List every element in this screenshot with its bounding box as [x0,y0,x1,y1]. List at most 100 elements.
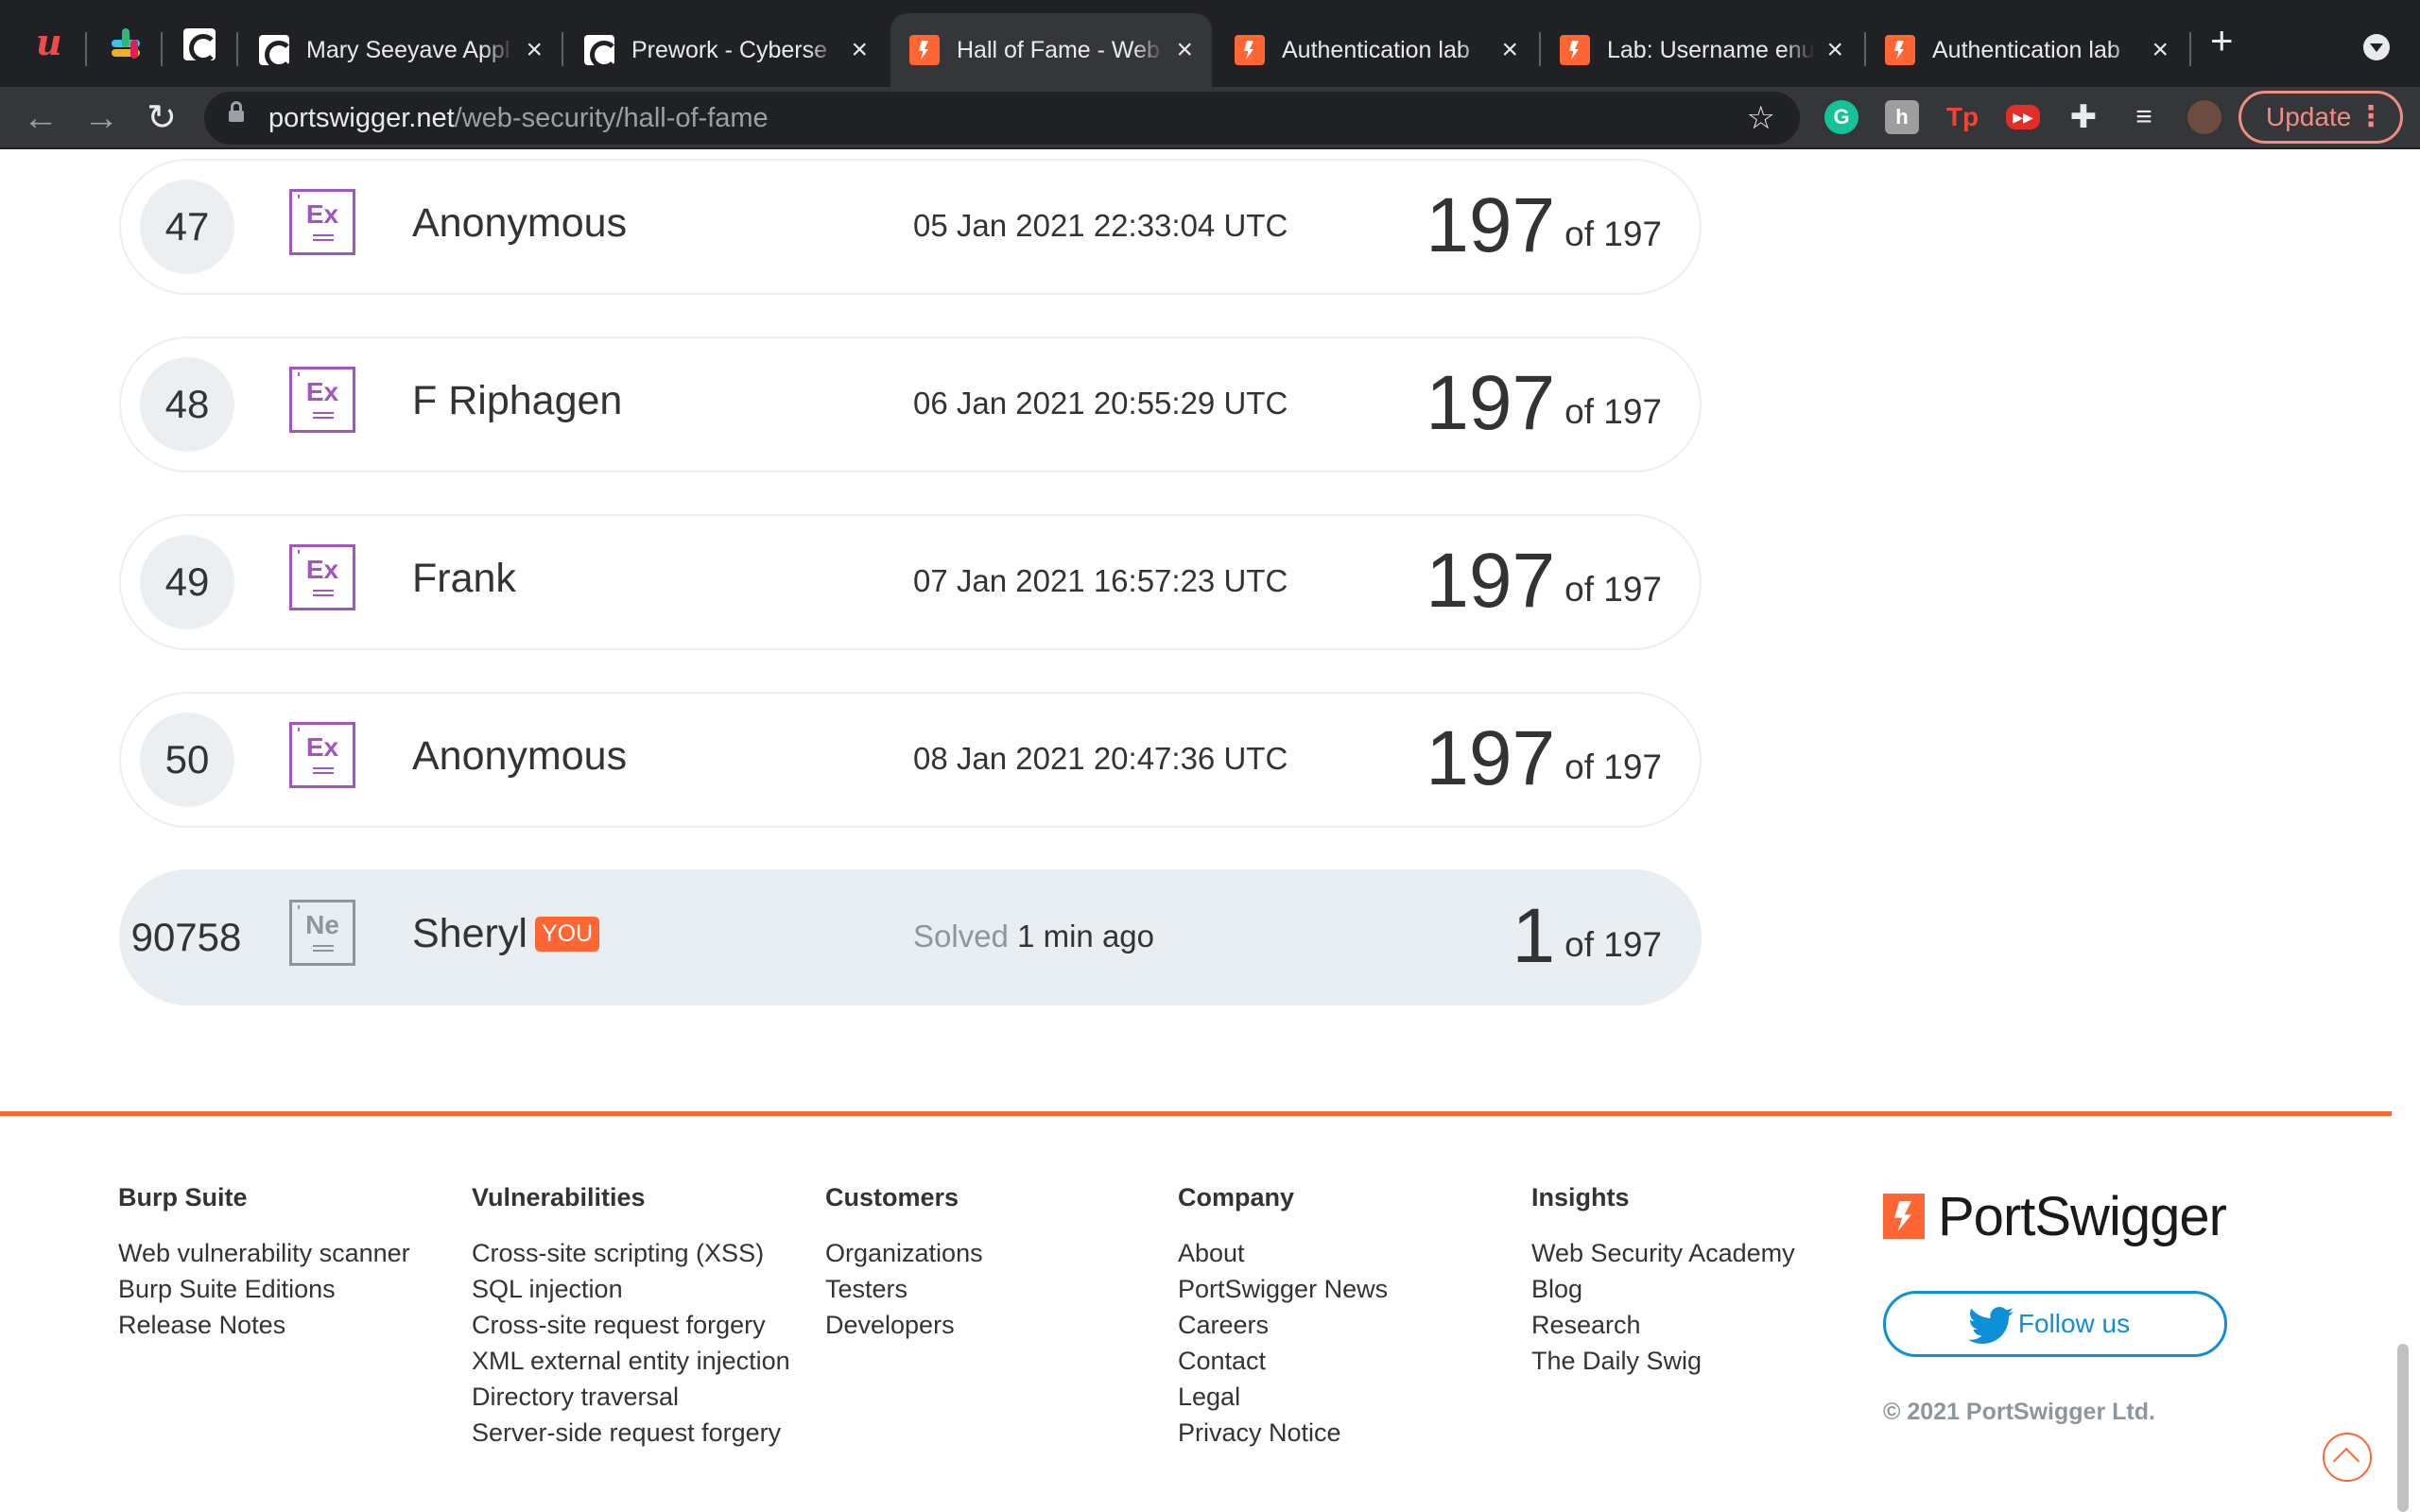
footer-heading: Insights [1531,1183,1630,1211]
footer-column-customers: Customers Organizations Testers Develope… [825,1183,983,1343]
tab-title: Lab: Username enu [1607,36,1815,63]
logo-text: PortSwigger [1938,1185,2227,1247]
tab-separator [2189,32,2191,66]
forward-arrow-icon[interactable]: → [78,94,125,142]
tab-separator [85,32,87,66]
pinned-tab-slack-icon[interactable] [110,28,142,60]
tab-close-icon[interactable]: × [526,36,543,64]
tab-close-icon[interactable]: × [1176,36,1193,64]
score: 197 of 197 [1426,715,1662,801]
update-button[interactable]: Update ⋮ [2238,91,2403,144]
rank-number: 49 [140,535,234,629]
expert-badge-icon: ' Ex [289,722,355,788]
menu-dots-icon: ⋮ [2357,101,2385,132]
you-badge: YOU [534,917,600,952]
leaderboard-row: 47 ' Ex Anonymous 05 Jan 2021 22:33:04 UT… [119,159,1702,295]
tp-icon[interactable]: Tp [1945,100,1979,134]
footer-heading: Burp Suite [118,1183,248,1211]
update-label: Update [2266,102,2352,131]
reload-icon[interactable]: ↻ [138,94,185,142]
scroll-to-top-icon[interactable] [2323,1433,2372,1482]
leaderboard-row: 49 ' Ex Frank 07 Jan 2021 16:57:23 UTC 19… [119,514,1702,650]
user-name: F Riphagen [412,378,623,423]
pinned-tab-codepath-icon[interactable] [183,28,217,62]
address-bar[interactable]: portswigger.net/web-security/hall-of-fam… [204,92,1800,145]
tab-search-icon[interactable] [2363,34,2390,60]
score: 197 of 197 [1426,360,1662,446]
rank-number: 48 [140,357,234,452]
puzzle-icon[interactable]: ✚ [2066,100,2100,134]
user-name: Anonymous [412,733,628,779]
portswigger-logo[interactable]: PortSwigger [1883,1183,2227,1249]
footer-link[interactable]: Directory traversal [472,1379,790,1415]
follow-us-label: Follow us [2017,1309,2131,1338]
footer-link[interactable]: XML external entity injection [472,1343,790,1379]
footer-link[interactable]: Web Security Academy [1531,1235,1795,1271]
lock-icon[interactable] [229,101,244,126]
url-text: portswigger.net/web-security/hall-of-fam… [268,103,769,133]
footer-link[interactable]: Cross-site request forgery [472,1307,790,1343]
newbie-badge-icon: ' Ne [289,900,355,966]
footer-link[interactable]: Server-side request forgery [472,1415,790,1451]
avatar[interactable] [2187,100,2221,134]
footer-link[interactable]: Testers [825,1271,983,1307]
tab-authentication-lab[interactable]: Authentication lab × [1216,13,1537,87]
tab-separator [236,32,238,66]
footer-divider [0,1111,2392,1116]
tab-close-icon[interactable]: × [1501,36,1518,64]
portswigger-icon [1235,35,1265,65]
bookmark-star-icon[interactable]: ☆ [1747,99,1775,137]
footer-link[interactable]: PortSwigger News [1178,1271,1388,1307]
tab-close-icon[interactable]: × [1826,36,1843,64]
user-name: Anonymous [412,200,628,246]
completion-date: 05 Jan 2021 22:33:04 UTC [913,208,1288,243]
tab-title: Prework - Cyberse [631,36,827,63]
footer-link[interactable]: Contact [1178,1343,1388,1379]
playlist-icon[interactable]: ≡ [2127,100,2161,134]
rank-number: 47 [140,180,234,274]
footer-link[interactable]: SQL injection [472,1271,790,1307]
twitter-icon [1968,1307,2014,1344]
footer-link[interactable]: Privacy Notice [1178,1415,1388,1451]
pinned-tab-udemy-icon[interactable]: u [36,21,68,63]
rank-number: 90758 [130,915,242,959]
back-arrow-icon[interactable]: ← [17,94,64,142]
footer-link[interactable]: Burp Suite Editions [118,1271,410,1307]
footer-link[interactable]: The Daily Swig [1531,1343,1795,1379]
tab-close-icon[interactable]: × [2152,36,2169,64]
rank-number: 50 [140,713,234,807]
footer-link[interactable]: Legal [1178,1379,1388,1415]
new-tab-icon[interactable]: + [2210,21,2234,60]
leaderboard-row: 50 ' Ex Anonymous 08 Jan 2021 20:47:36 UT… [119,692,1702,828]
tab-title: Hall of Fame - Web [957,36,1160,63]
grammarly-icon[interactable]: G [1824,100,1858,134]
footer-heading: Company [1178,1183,1295,1211]
footer-link[interactable]: Research [1531,1307,1795,1343]
notion-icon[interactable]: h [1885,100,1919,134]
footer-link[interactable]: Organizations [825,1235,983,1271]
codepath-icon [584,35,618,69]
footer-link[interactable]: Careers [1178,1307,1388,1343]
browser-tab-strip: u Mary Seeyave Appl × Prework - Cyberse … [0,0,2420,87]
footer-column-company: Company About PortSwigger News Careers C… [1178,1183,1388,1451]
follow-us-button[interactable]: Follow us [1883,1291,2227,1357]
tab-mary-seeyave[interactable]: Mary Seeyave Appl × [240,13,562,87]
footer-link[interactable]: About [1178,1235,1388,1271]
youtube-icon[interactable]: ▶▶ [2006,105,2040,129]
tab-close-icon[interactable]: × [851,36,868,64]
scrollbar-thumb[interactable] [2397,1344,2409,1512]
tab-username-enum[interactable]: Lab: Username enu × [1541,13,1862,87]
page-content: 47 ' Ex Anonymous 05 Jan 2021 22:33:04 UT… [0,151,2420,1512]
tab-hall-of-fame[interactable]: Hall of Fame - Web × [890,13,1212,87]
portswigger-icon [1883,1194,1925,1239]
user-name: Frank [412,556,516,601]
tab-authentication-lab-2[interactable]: Authentication lab × [1866,13,2187,87]
footer-link[interactable]: Web vulnerability scanner [118,1235,410,1271]
footer-link[interactable]: Cross-site scripting (XSS) [472,1235,790,1271]
footer-link[interactable]: Release Notes [118,1307,410,1343]
tab-separator [562,32,563,66]
completion-date: 08 Jan 2021 20:47:36 UTC [913,741,1288,776]
footer-link[interactable]: Developers [825,1307,983,1343]
footer-link[interactable]: Blog [1531,1271,1795,1307]
tab-prework[interactable]: Prework - Cyberse × [565,13,887,87]
